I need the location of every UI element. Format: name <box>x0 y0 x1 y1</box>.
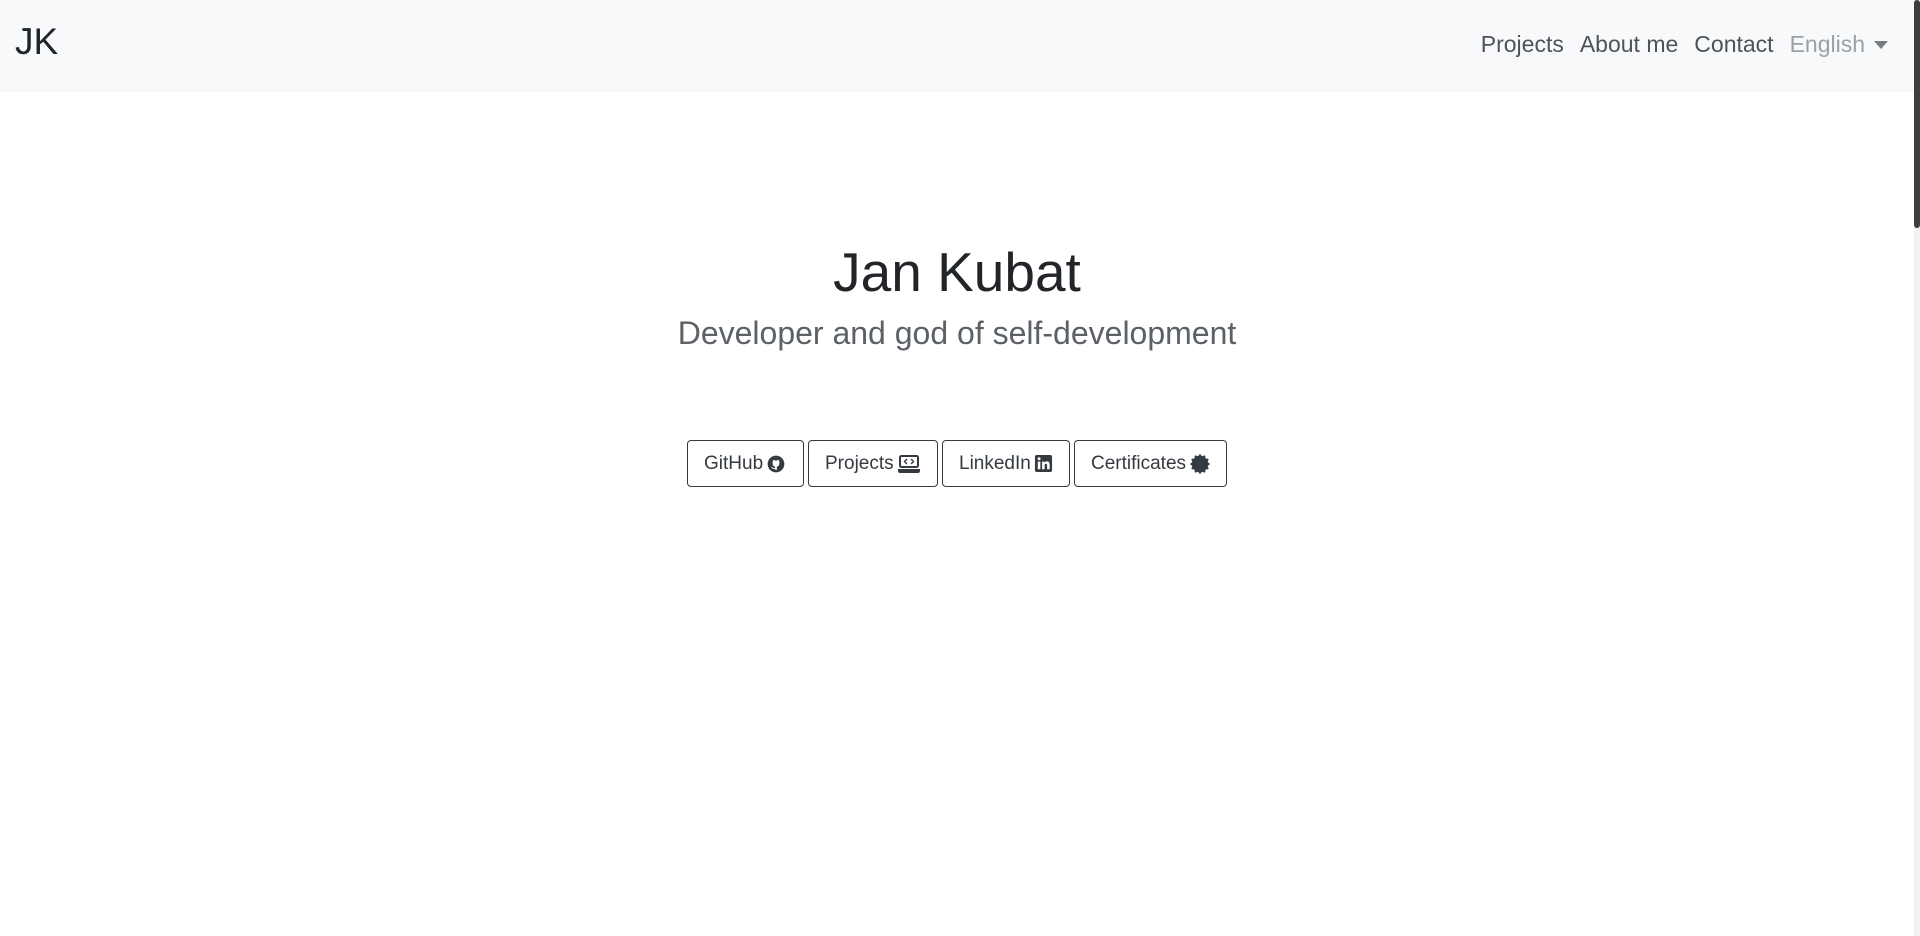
chevron-down-icon <box>1874 41 1888 49</box>
nav-projects-link[interactable]: Projects <box>1481 29 1564 59</box>
linkedin-icon <box>1034 454 1053 473</box>
language-dropdown[interactable]: English <box>1790 29 1888 59</box>
nav-contact-link[interactable]: Contact <box>1694 29 1773 59</box>
navbar-links: Projects About me Contact English <box>1481 29 1888 59</box>
projects-button[interactable]: Projects <box>808 440 938 487</box>
vertical-scrollbar[interactable] <box>1914 0 1920 936</box>
linkedin-button-label: LinkedIn <box>959 452 1031 474</box>
brand-logo[interactable]: JK <box>15 20 58 64</box>
language-selected-label: English <box>1789 31 1865 57</box>
github-icon <box>766 454 786 474</box>
projects-button-label: Projects <box>825 452 894 474</box>
social-buttons: GitHub Projects LinkedIn Certificates <box>687 440 1227 487</box>
linkedin-button[interactable]: LinkedIn <box>942 440 1070 487</box>
hero-subtitle: Developer and god of self-development <box>677 315 1237 351</box>
github-button[interactable]: GitHub <box>687 440 804 487</box>
laptop-code-icon <box>897 454 921 474</box>
top-navbar: JK Projects About me Contact English <box>0 0 1914 92</box>
certificates-button-label: Certificates <box>1091 452 1187 474</box>
certificates-button[interactable]: Certificates <box>1074 440 1227 487</box>
page: JK Projects About me Contact English Jan… <box>0 0 1920 936</box>
certificate-icon <box>1189 453 1211 475</box>
nav-about-me-link[interactable]: About me <box>1580 29 1678 59</box>
hero-title: Jan Kubat <box>833 241 1081 303</box>
scrollbar-thumb[interactable] <box>1914 0 1920 228</box>
github-button-label: GitHub <box>704 452 764 474</box>
